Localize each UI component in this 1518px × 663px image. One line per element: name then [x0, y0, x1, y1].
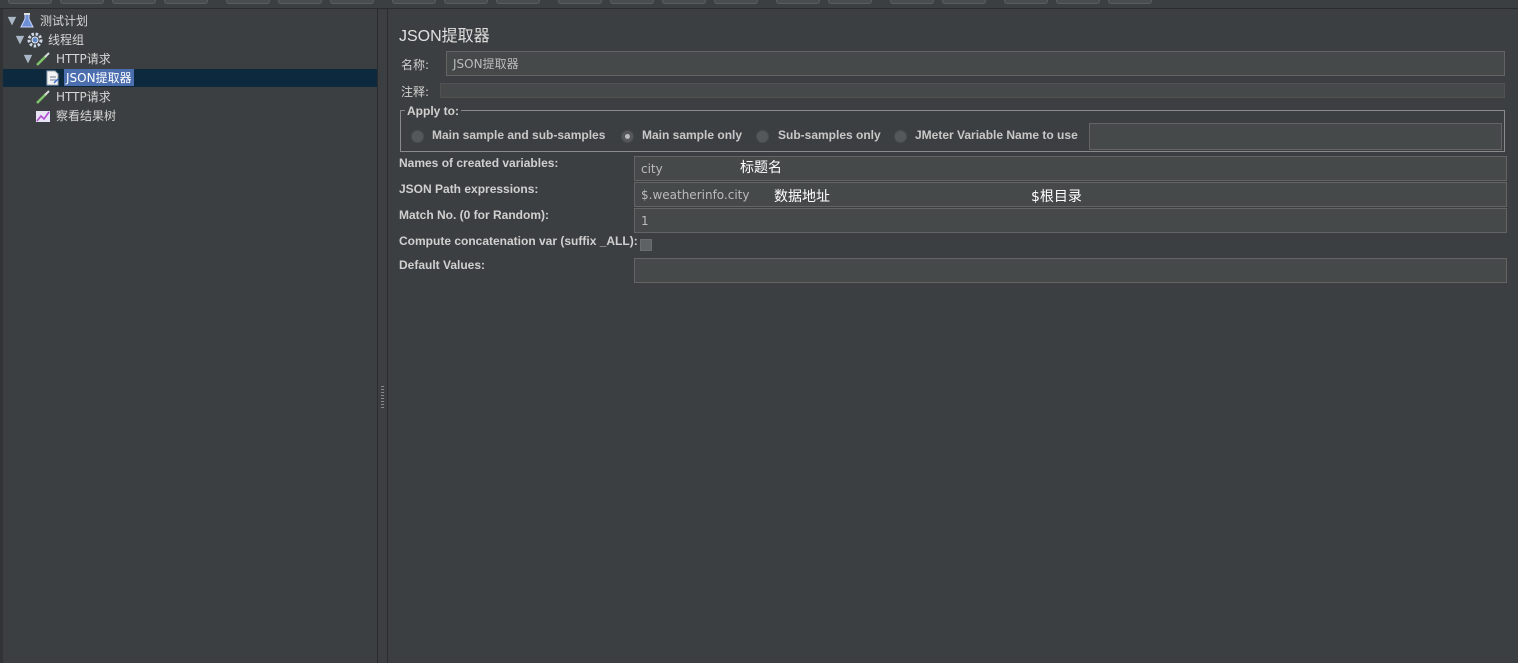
expand-triangle-icon[interactable]: ▼ [6, 14, 18, 27]
root-annotation: $根目录 [1031, 189, 1082, 205]
expand-triangle-icon[interactable]: ▼ [14, 33, 26, 46]
http-sampler-pipette-icon [34, 88, 52, 106]
toolbar-button[interactable] [828, 0, 872, 4]
tree-node-thread-group[interactable]: ▼ 线程组 [14, 30, 86, 49]
thread-group-gear-icon [26, 31, 44, 49]
match-no-value: 1 [641, 213, 649, 228]
json-extractor-panel: JSON提取器 名称: JSON提取器 注释: Apply to: Main s… [389, 9, 1518, 663]
path-annotation: 数据地址 [774, 189, 830, 205]
names-annotation: 标题名 [740, 160, 782, 176]
tree-node-label: 察看结果树 [56, 109, 117, 123]
toolbar-button[interactable] [890, 0, 934, 4]
match-no-label: Match No. (0 for Random): [399, 208, 549, 222]
apply-to-legend: Apply to: [405, 104, 461, 118]
default-values-label: Default Values: [399, 258, 486, 272]
toolbar-button[interactable] [60, 0, 104, 4]
tree-node-http-request[interactable]: HTTP请求 [34, 87, 113, 106]
results-tree-chart-icon [34, 107, 52, 125]
names-label: Names of created variables: [399, 156, 559, 170]
comment-label: 注释: [401, 85, 430, 99]
radio-jmeter-variable[interactable] [894, 130, 907, 143]
concat-checkbox[interactable] [640, 239, 652, 251]
toolbar-button[interactable] [662, 0, 706, 4]
tree-node-test-plan[interactable]: ▼ 测试计划 [6, 11, 90, 30]
toolbar-button[interactable] [330, 0, 374, 4]
toolbar-button[interactable] [226, 0, 270, 4]
toolbar-button[interactable] [714, 0, 758, 4]
tree-node-label: 线程组 [48, 33, 85, 47]
radio-label[interactable]: JMeter Variable Name to use [915, 128, 1078, 142]
toolbar-button[interactable] [112, 0, 156, 4]
tree-node-label: 测试计划 [40, 14, 89, 28]
json-path-label: JSON Path expressions: [399, 182, 539, 196]
tree-node-label: JSON提取器 [64, 69, 134, 86]
radio-main-only[interactable] [621, 130, 634, 143]
toolbar [0, 0, 1518, 9]
name-value: JSON提取器 [453, 57, 519, 71]
radio-sub-only[interactable] [756, 130, 769, 143]
match-no-input[interactable]: 1 [634, 208, 1507, 233]
default-values-input[interactable] [634, 258, 1507, 283]
radio-main-and-sub[interactable] [411, 130, 424, 143]
radio-label[interactable]: Main sample only [642, 128, 742, 142]
tree-node-http-request[interactable]: ▼ HTTP请求 [22, 49, 113, 68]
comment-field[interactable] [440, 83, 1505, 98]
toolbar-button[interactable] [942, 0, 986, 4]
toolbar-button[interactable] [1108, 0, 1152, 4]
tree-node-json-extractor[interactable]: JSON提取器 [44, 68, 134, 87]
http-sampler-pipette-icon [34, 50, 52, 68]
radio-label[interactable]: Sub-samples only [778, 128, 881, 142]
variable-names-value: city [641, 161, 663, 176]
json-extractor-document-icon [44, 69, 62, 87]
page-title: JSON提取器 [399, 28, 490, 45]
toolbar-button[interactable] [776, 0, 820, 4]
expand-triangle-icon[interactable]: ▼ [22, 52, 34, 65]
json-path-value: $.weatherinfo.city [641, 187, 750, 202]
toolbar-button[interactable] [610, 0, 654, 4]
tree-node-results-tree[interactable]: 察看结果树 [34, 106, 118, 125]
concat-label: Compute concatenation var (suffix _ALL): [399, 234, 638, 248]
jmeter-variable-input[interactable] [1089, 123, 1502, 150]
name-label: 名称: [401, 58, 430, 72]
jmeter-window: ▼ 测试计划 ▼ 线程组 ▼ HTTP请求 JSON提取器 HTTP请求 察看结… [0, 0, 1518, 663]
toolbar-button[interactable] [164, 0, 208, 4]
test-plan-flask-icon [18, 12, 36, 30]
toolbar-button[interactable] [1056, 0, 1100, 4]
tree-node-label: HTTP请求 [56, 52, 111, 66]
panel-splitter[interactable] [377, 9, 388, 663]
toolbar-button[interactable] [8, 0, 52, 4]
toolbar-button[interactable] [558, 0, 602, 4]
toolbar-button[interactable] [1004, 0, 1048, 4]
toolbar-button[interactable] [392, 0, 436, 4]
toolbar-button[interactable] [444, 0, 488, 4]
tree-node-label: HTTP请求 [56, 90, 111, 104]
toolbar-button[interactable] [496, 0, 540, 4]
radio-label[interactable]: Main sample and sub-samples [432, 128, 605, 142]
name-field[interactable]: JSON提取器 [446, 51, 1505, 76]
toolbar-button[interactable] [278, 0, 322, 4]
splitter-grip-icon[interactable] [381, 386, 384, 408]
